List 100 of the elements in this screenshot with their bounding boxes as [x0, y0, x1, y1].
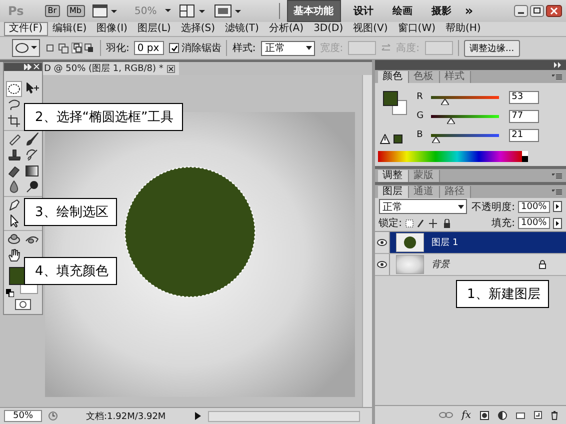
menu-item[interactable]: 窗口(W) — [392, 22, 440, 36]
channel-value-field[interactable]: 21 — [508, 128, 539, 142]
foreground-swatch[interactable] — [382, 91, 398, 106]
close-icon[interactable] — [167, 64, 176, 72]
document-image[interactable] — [45, 112, 355, 397]
callout-label: 4、填充颜色 — [24, 257, 118, 285]
more-workspaces-button[interactable]: » — [464, 4, 474, 18]
menu-item[interactable]: 分析(A) — [264, 22, 309, 36]
lasso-tool[interactable] — [6, 97, 22, 113]
panel-tab[interactable]: 蒙版 — [408, 170, 440, 182]
width-field[interactable] — [348, 41, 376, 55]
opacity-field[interactable]: 100% — [518, 200, 550, 212]
history-brush-tool[interactable] — [24, 147, 40, 163]
adjustment-icon[interactable] — [498, 410, 507, 420]
menu-item[interactable]: 选择(S) — [176, 22, 220, 36]
style-label: 样式: — [232, 42, 256, 55]
quick-mask-icon[interactable] — [15, 299, 31, 310]
antialias-checkbox[interactable] — [169, 43, 180, 53]
screen-mode-icon[interactable] — [214, 4, 242, 18]
eye-icon[interactable] — [376, 261, 387, 268]
zoom-field[interactable]: 50% — [4, 410, 42, 422]
status-icon[interactable] — [48, 411, 58, 421]
arrange-documents-icon[interactable] — [178, 4, 207, 18]
play-icon[interactable] — [553, 218, 562, 228]
callout-label: 1、新建图层 — [456, 280, 550, 308]
layer-row[interactable]: 图层 1 — [374, 232, 566, 254]
crop-tool[interactable] — [6, 113, 22, 129]
callout-label: 3、绘制选区 — [24, 198, 118, 226]
panel-tab[interactable]: 颜色 — [378, 71, 409, 83]
panel-menu-icon[interactable] — [552, 74, 562, 80]
folder-icon[interactable] — [516, 412, 525, 418]
ellipse-marquee-icon — [15, 42, 29, 54]
play-icon[interactable] — [553, 201, 562, 212]
collapse-icon[interactable] — [554, 62, 562, 68]
tool-preset-picker[interactable] — [12, 39, 40, 57]
panel-tab[interactable]: 通道 — [408, 186, 440, 198]
workspace-button[interactable]: 基本功能 — [286, 0, 341, 22]
feather-field[interactable]: 0 px — [134, 41, 164, 55]
menu-item[interactable]: 滤镜(T) — [220, 22, 264, 36]
gradient-tool[interactable] — [24, 163, 40, 179]
mask-icon[interactable] — [480, 410, 489, 420]
rotate-3d-tool[interactable] — [6, 231, 22, 247]
panel-tab[interactable]: 色板 — [408, 71, 440, 83]
link-icon[interactable] — [438, 411, 453, 419]
channel-label: G — [416, 111, 425, 121]
ellipse-marquee-tool[interactable] — [6, 81, 22, 97]
menu-item[interactable]: 图像(I) — [92, 22, 132, 36]
menu-item[interactable]: 视图(V) — [348, 22, 393, 36]
layer-row[interactable]: 背景 — [374, 254, 566, 276]
horizontal-scrollbar[interactable] — [208, 410, 360, 422]
layer-name: 图层 1 — [432, 237, 458, 249]
layer-style-button[interactable]: fx — [462, 410, 471, 420]
app-logo: Ps — [8, 4, 24, 18]
height-field[interactable] — [424, 41, 452, 55]
stamp-tool[interactable] — [6, 147, 22, 163]
workspace-button[interactable]: 摄影 — [426, 1, 458, 21]
dodge-tool[interactable] — [24, 179, 40, 195]
menu-item[interactable]: 编辑(E) — [48, 22, 92, 36]
brush-tool[interactable] — [24, 131, 40, 147]
refine-edge-button[interactable]: 调整边缘... — [464, 40, 520, 56]
hand-tool[interactable] — [6, 247, 22, 263]
selection-mode-icons[interactable] — [45, 42, 95, 54]
vertical-scrollbar[interactable] — [362, 75, 372, 407]
panel-menu-icon[interactable] — [552, 189, 562, 195]
channel-label: B — [416, 130, 424, 140]
collapse-icon[interactable] — [24, 64, 40, 70]
color-spectrum[interactable] — [378, 151, 528, 162]
default-colors-icon[interactable] — [6, 289, 14, 297]
panel-tab[interactable]: 路径 — [440, 186, 471, 198]
trash-icon[interactable] — [551, 410, 558, 420]
panel-menu-icon[interactable] — [552, 173, 562, 179]
close-icon[interactable] — [546, 5, 562, 17]
maximize-icon[interactable] — [530, 5, 544, 17]
caret-icon — [456, 202, 465, 210]
channel-value-field[interactable]: 53 — [508, 90, 539, 104]
panel-tab[interactable]: 样式 — [440, 71, 471, 83]
blend-mode-dropdown[interactable]: 正常 — [378, 199, 467, 214]
new-layer-icon[interactable] — [534, 411, 542, 419]
workspace-button[interactable]: 设计 — [348, 1, 380, 21]
menu-item[interactable]: 3D(D) — [308, 22, 348, 36]
minimize-icon[interactable] — [514, 5, 528, 17]
eye-icon[interactable] — [376, 239, 387, 246]
view-extras-icon[interactable] — [92, 4, 118, 18]
menu-item[interactable]: 文件(F) — [4, 22, 48, 36]
caret-icon — [31, 46, 37, 50]
style-dropdown[interactable]: 正常 — [260, 40, 315, 56]
channel-value-field[interactable]: 77 — [508, 110, 539, 122]
menu-item[interactable]: 帮助(H) — [440, 22, 486, 36]
play-icon[interactable] — [194, 411, 202, 421]
workspace-button[interactable]: 绘画 — [386, 1, 419, 21]
document-tab[interactable]: D @ 50% (图层 1, RGB/8) * — [40, 62, 180, 75]
callout-label: 2、选择“椭圆选框”工具 — [24, 103, 183, 131]
feather-label: 羽化: — [106, 42, 130, 55]
panel-tab[interactable]: 调整 — [378, 170, 409, 182]
mini-bridge-button[interactable]: Mb — [66, 5, 84, 17]
fill-field[interactable]: 100% — [518, 217, 550, 229]
menu-item[interactable]: 图层(L) — [132, 22, 176, 36]
caret-icon[interactable] — [164, 8, 172, 14]
bridge-button[interactable]: Br — [44, 5, 60, 17]
panel-tab[interactable]: 图层 — [378, 186, 409, 198]
